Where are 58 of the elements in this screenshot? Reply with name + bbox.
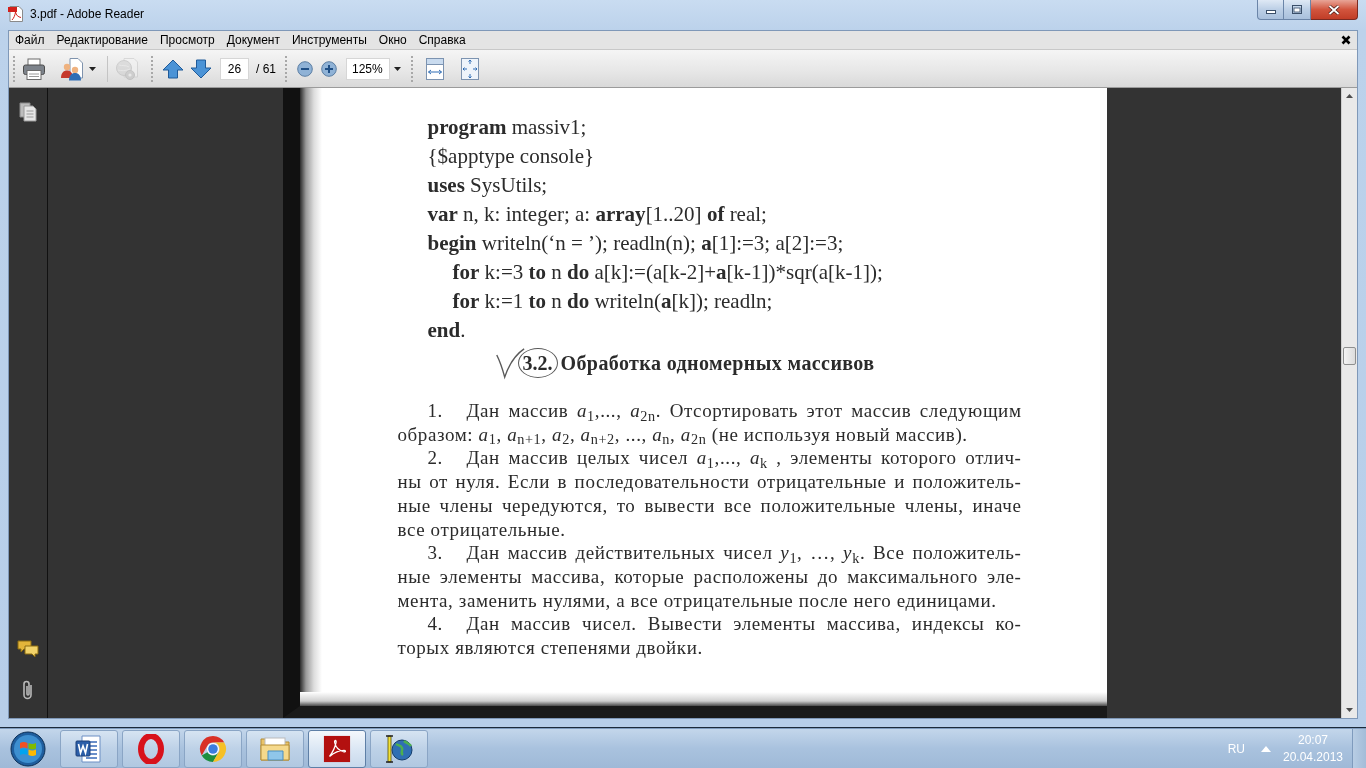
code-line: for k:=3 to n do a[k]:=(a[k-2]+a[k-1])*sqr(a[k-1]); bbox=[452, 259, 883, 286]
caret-down-icon[interactable] bbox=[394, 66, 401, 71]
code-line: for k:=1 to n do writeln(a[k]); readln; bbox=[452, 288, 773, 315]
code-line: var n, k: integer; a: array[1..20] of real; bbox=[427, 201, 767, 228]
code-line: end. bbox=[427, 317, 466, 344]
menu-item[interactable]: Просмотр bbox=[153, 32, 221, 48]
page-count: / 61 bbox=[256, 60, 276, 78]
exercise-text: 2. Дан массив целых чисел a$_{1}$,..., a$_{k}$ , элементы которого отлич- ны от нуля. Если в последовательности отрицательные и положитель- ные члены чередуются, то вывести все положительные члены, иначе все отрицательные. bbox=[397, 446, 1022, 542]
printer-icon[interactable] bbox=[22, 56, 46, 81]
code-line: program massiv1; bbox=[427, 114, 587, 141]
menu-item[interactable]: Справка bbox=[412, 32, 472, 48]
wheel-icon bbox=[198, 733, 228, 764]
exercise-text: 1. Дан массив a$_{1}$,..., a$_{2n}$. Отсортировать этот массив следующим образом: a$_{1}$, a$_{n+1}$, a$_{2}$, a$_{n+2}$, ..., a$_{n}$, a$_{2n}$ (не используя новый массив). bbox=[397, 399, 1022, 447]
code-line: {$apptype console} bbox=[427, 143, 595, 170]
minimize-icon bbox=[1265, 10, 1276, 14]
maximize-icon bbox=[1292, 5, 1302, 14]
minimize-button[interactable] bbox=[1257, 0, 1284, 20]
taskbar-button[interactable] bbox=[122, 729, 180, 768]
taskbar-button[interactable] bbox=[370, 729, 428, 768]
orb-icon bbox=[10, 730, 46, 767]
exercise-text: 3. Дан массив действительных чисел y$_{1}$, …, y$_{k}$. Все положитель- ные элементы массива, которые расположены до максимального эле- мента, заменить нулями, а все отрицательные после него единицами. bbox=[397, 541, 1022, 613]
menu-item[interactable]: Файл bbox=[9, 32, 51, 48]
document-icon bbox=[74, 733, 104, 764]
taskbar-button[interactable] bbox=[184, 729, 242, 768]
pages-icon[interactable] bbox=[19, 102, 37, 122]
arrow-up-icon[interactable] bbox=[162, 58, 184, 79]
section-title: Обработка одномерных массивов bbox=[560, 352, 875, 374]
code-line: begin writeln(‘n = ’); readln(n); a[1]:=3; a[2]:=3; bbox=[427, 230, 844, 257]
close-icon bbox=[1328, 4, 1340, 15]
code-line: uses SysUtils; bbox=[427, 172, 548, 199]
exercise-text: 4. Дан массив чисел. Вывести элементы массива, индексы ко- торых являются степенями двойки. bbox=[397, 612, 1022, 660]
people-document-icon[interactable] bbox=[60, 56, 84, 81]
globe-ruler-icon bbox=[384, 733, 414, 764]
fit-width-icon[interactable] bbox=[426, 57, 444, 80]
window-title: 3.pdf - Adobe Reader bbox=[30, 6, 145, 22]
taskbar-button[interactable] bbox=[308, 729, 366, 768]
zoom-out-icon[interactable] bbox=[297, 60, 313, 77]
scrollbar-thumb[interactable] bbox=[1343, 347, 1356, 365]
pdf-file-icon bbox=[8, 6, 24, 22]
swirl-tile-icon bbox=[323, 734, 351, 763]
menu-item[interactable]: Редактирование bbox=[50, 32, 154, 48]
page-number-field[interactable]: 26 bbox=[220, 57, 249, 80]
zoom-in-icon[interactable] bbox=[321, 60, 337, 77]
fit-page-icon[interactable] bbox=[461, 57, 479, 80]
close-button[interactable] bbox=[1311, 0, 1358, 20]
handwritten-check-icon bbox=[494, 345, 525, 381]
zoom-field[interactable]: 125% bbox=[346, 57, 390, 80]
menu-item[interactable]: Окно bbox=[372, 32, 413, 48]
menu-item[interactable]: Документ bbox=[220, 32, 286, 48]
maximize-button[interactable] bbox=[1284, 0, 1311, 20]
speech-bubbles-icon[interactable] bbox=[17, 640, 39, 657]
close-document-icon[interactable] bbox=[1341, 35, 1351, 45]
ring-icon bbox=[136, 733, 166, 764]
paperclip-icon[interactable] bbox=[21, 679, 35, 701]
arrow-down-icon[interactable] bbox=[190, 58, 212, 79]
taskbar-button[interactable] bbox=[60, 729, 118, 768]
menu-item[interactable]: Инструменты bbox=[286, 32, 373, 48]
caret-down-icon[interactable] bbox=[89, 66, 96, 71]
